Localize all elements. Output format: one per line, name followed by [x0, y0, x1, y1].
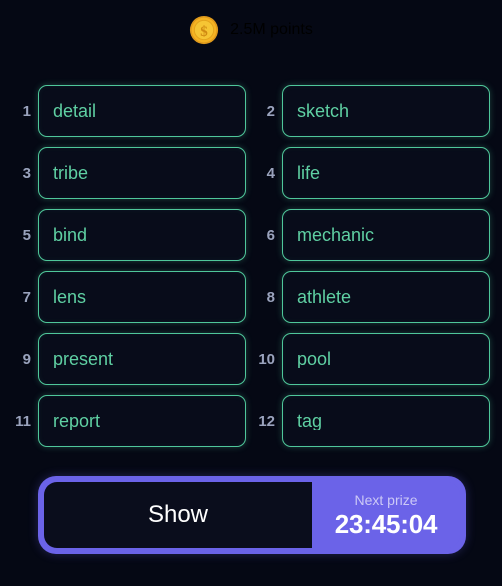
word-row: 11 report — [12, 395, 246, 447]
word-box-2[interactable]: sketch — [282, 85, 490, 137]
word-index: 11 — [15, 412, 31, 430]
word-row: 4 life — [256, 147, 490, 199]
word-text: tribe — [53, 164, 89, 182]
word-text: tag — [297, 412, 323, 430]
word-row: 7 lens — [12, 271, 246, 323]
next-prize-label: Next prize — [354, 492, 418, 508]
word-row: 3 tribe — [12, 147, 246, 199]
points-header: $ 2.5M points — [0, 0, 502, 58]
word-text: athlete — [297, 288, 352, 306]
word-index: 6 — [266, 226, 275, 244]
word-text: bind — [53, 226, 88, 244]
word-row: 8 athlete — [256, 271, 490, 323]
word-box-1[interactable]: detail — [38, 85, 246, 137]
svg-text:$: $ — [200, 24, 208, 40]
word-box-5[interactable]: bind — [38, 209, 246, 261]
word-index: 3 — [22, 164, 31, 182]
word-index: 1 — [22, 102, 31, 120]
word-row: 10 pool — [256, 333, 490, 385]
word-text: lens — [53, 288, 87, 306]
word-index: 12 — [258, 412, 275, 430]
word-index: 5 — [22, 226, 31, 244]
word-box-12[interactable]: tag — [282, 395, 490, 447]
word-box-4[interactable]: life — [282, 147, 490, 199]
word-text: life — [297, 164, 321, 182]
word-index: 2 — [266, 102, 275, 120]
word-box-10[interactable]: pool — [282, 333, 490, 385]
word-box-8[interactable]: athlete — [282, 271, 490, 323]
next-prize-panel[interactable]: Next prize 23:45:04 — [312, 482, 460, 548]
word-box-3[interactable]: tribe — [38, 147, 246, 199]
word-row: 1 detail — [12, 85, 246, 137]
word-row: 6 mechanic — [256, 209, 490, 261]
word-row: 12 tag — [256, 395, 490, 447]
word-row: 9 present — [12, 333, 246, 385]
coin-dollar-icon: $ — [190, 15, 219, 45]
word-text: sketch — [297, 102, 350, 120]
word-index: 4 — [266, 164, 275, 182]
word-grid: 1 detail 2 sketch 3 tribe 4 life 5 bind … — [0, 85, 502, 447]
next-prize-timer: 23:45:04 — [334, 509, 438, 539]
word-text: mechanic — [297, 226, 375, 244]
word-box-6[interactable]: mechanic — [282, 209, 490, 261]
show-button[interactable]: Show — [44, 482, 312, 548]
word-index: 8 — [266, 288, 275, 306]
points-label: 2.5M points — [230, 21, 313, 38]
word-text: report — [53, 412, 101, 430]
word-box-9[interactable]: present — [38, 333, 246, 385]
word-text: detail — [53, 102, 97, 120]
word-row: 2 sketch — [256, 85, 490, 137]
action-bar: Show Next prize 23:45:04 — [38, 476, 466, 554]
word-box-7[interactable]: lens — [38, 271, 246, 323]
word-index: 9 — [22, 350, 31, 368]
word-text: present — [53, 350, 114, 368]
word-box-11[interactable]: report — [38, 395, 246, 447]
word-text: pool — [297, 350, 332, 368]
word-index: 7 — [22, 288, 31, 306]
word-index: 10 — [258, 350, 275, 368]
word-row: 5 bind — [12, 209, 246, 261]
show-button-label: Show — [147, 501, 209, 528]
